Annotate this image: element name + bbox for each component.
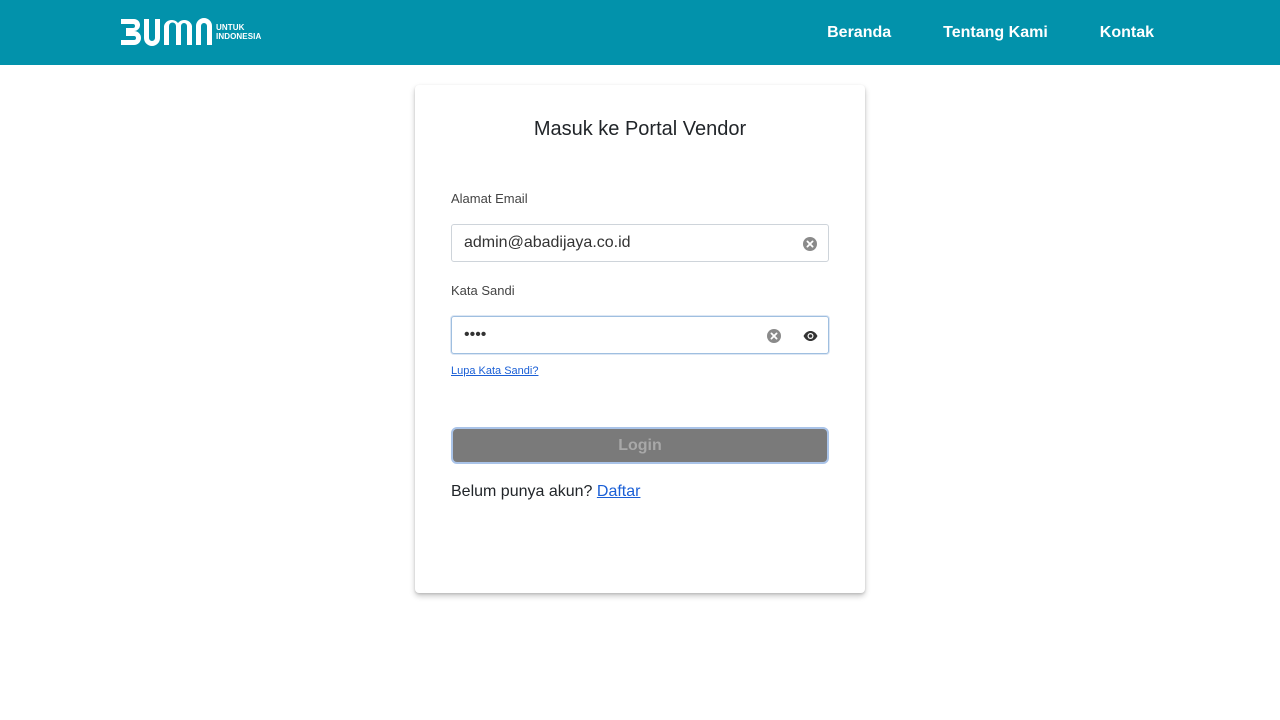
top-navbar: UNTUK INDONESIA Beranda Tentang Kami Kon… [0, 0, 1280, 65]
email-field-wrapper [451, 224, 829, 262]
email-field[interactable] [452, 225, 828, 261]
login-button[interactable]: Login [451, 427, 829, 464]
password-label: Kata Sandi [451, 283, 515, 298]
logo-sub-line1: UNTUK [216, 23, 245, 32]
logo-subtitle: UNTUK INDONESIA [216, 23, 261, 41]
logo-sub-line2: INDONESIA [216, 32, 262, 41]
password-field-wrapper [451, 316, 829, 354]
nav-kontak[interactable]: Kontak [1100, 24, 1154, 42]
main-nav: Beranda Tentang Kami Kontak [827, 0, 1154, 65]
login-card: Masuk ke Portal Vendor Alamat Email Kata… [415, 85, 865, 593]
email-label: Alamat Email [451, 191, 528, 206]
register-link[interactable]: Daftar [597, 483, 641, 500]
clear-email-icon[interactable] [802, 236, 818, 252]
clear-password-icon[interactable] [766, 328, 782, 344]
show-password-eye-icon[interactable] [802, 328, 818, 344]
bumn-logo[interactable]: UNTUK INDONESIA [120, 17, 261, 47]
nav-beranda[interactable]: Beranda [827, 24, 891, 42]
register-prompt-text: Belum punya akun? [451, 483, 593, 500]
login-title: Masuk ke Portal Vendor [533, 118, 747, 140]
bumn-logo-mark [121, 18, 212, 46]
forgot-password-link[interactable]: Lupa Kata Sandi? [451, 365, 538, 377]
nav-tentang-kami[interactable]: Tentang Kami [943, 24, 1048, 42]
register-prompt: Belum punya akun? Daftar [451, 483, 640, 501]
